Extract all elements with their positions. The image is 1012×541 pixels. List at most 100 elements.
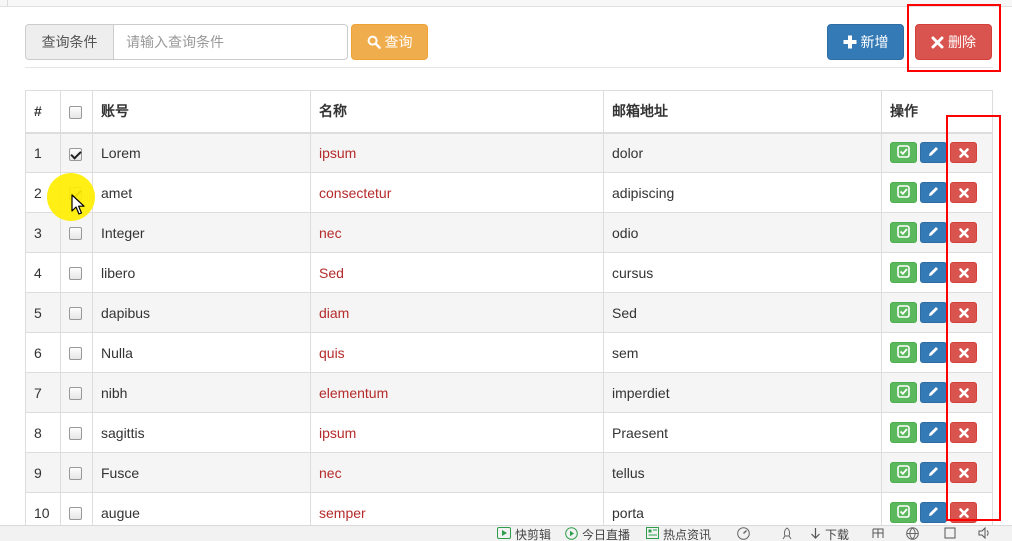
select-all-checkbox[interactable]: [69, 106, 82, 120]
row-delete-button[interactable]: [950, 502, 977, 523]
pencil-icon: [927, 145, 940, 161]
row-delete-button[interactable]: [950, 142, 977, 164]
row-confirm-button[interactable]: [890, 222, 917, 243]
table-row[interactable]: 7 nibh elementum imperdiet: [25, 372, 993, 413]
row-checkbox[interactable]: [69, 507, 82, 521]
statusbar-item-fullscreen[interactable]: [944, 527, 956, 541]
row-checkbox[interactable]: [69, 307, 82, 321]
row-delete-button[interactable]: [950, 182, 977, 203]
table-body: 1 Lorem ipsum dolor 2 amet consectetur adipisci…: [25, 132, 993, 533]
row-checkbox[interactable]: [69, 267, 82, 281]
row-name: diam: [310, 292, 604, 333]
check-square-icon: [897, 384, 910, 401]
row-name: quis: [310, 332, 604, 373]
row-edit-button[interactable]: [920, 502, 947, 523]
row-ops: [881, 332, 993, 373]
statusbar-item-speed[interactable]: [737, 526, 750, 541]
row-email: cursus: [603, 252, 882, 293]
add-button[interactable]: 新增: [827, 24, 904, 60]
row-edit-button[interactable]: [920, 262, 947, 283]
row-confirm-button[interactable]: [890, 342, 917, 363]
row-confirm-button[interactable]: [890, 462, 917, 483]
header-name: 名称: [310, 90, 604, 134]
row-checkbox[interactable]: [69, 347, 82, 361]
pencil-icon: [927, 425, 940, 441]
row-index: 1: [25, 132, 61, 173]
statusbar-item-download[interactable]: 下载: [810, 527, 849, 541]
row-checkbox[interactable]: [69, 427, 82, 441]
row-confirm-button[interactable]: [890, 422, 917, 443]
row-confirm-button[interactable]: [890, 502, 917, 523]
row-confirm-button[interactable]: [890, 182, 917, 203]
row-edit-button[interactable]: [920, 422, 947, 443]
pencil-icon: [927, 465, 940, 481]
row-confirm-button[interactable]: [890, 382, 917, 403]
check-square-icon: [897, 184, 910, 201]
row-edit-button[interactable]: [920, 342, 947, 363]
row-confirm-button[interactable]: [890, 262, 917, 283]
statusbar-item-window[interactable]: [872, 527, 884, 541]
row-name: elementum: [310, 372, 604, 413]
row-email: Sed: [603, 292, 882, 333]
row-confirm-button[interactable]: [890, 142, 917, 164]
search-group: 查询条件: [25, 24, 348, 60]
row-account: dapibus: [92, 292, 311, 333]
table-row[interactable]: 9 Fusce nec tellus: [25, 452, 993, 493]
row-delete-button[interactable]: [950, 302, 977, 323]
table-row[interactable]: 6 Nulla quis sem: [25, 332, 993, 373]
row-delete-button[interactable]: [950, 262, 977, 283]
row-delete-button[interactable]: [950, 382, 977, 403]
statusbar-item-volume[interactable]: [978, 526, 992, 541]
statusbar-item-news[interactable]: 热点资讯: [646, 527, 711, 541]
row-edit-button[interactable]: [920, 182, 947, 203]
statusbar-label: 今日直播: [582, 528, 631, 541]
row-email: Praesent: [603, 412, 882, 453]
search-input[interactable]: [113, 24, 348, 60]
delete-button[interactable]: 删除: [915, 24, 992, 60]
row-checkbox[interactable]: [69, 467, 82, 481]
table-row[interactable]: 5 dapibus diam Sed: [25, 292, 993, 333]
row-name: nec: [310, 452, 604, 493]
row-name: consectetur: [310, 172, 604, 213]
table-header-row: # 账号 名称 邮箱地址 操作: [25, 90, 993, 134]
row-delete-button[interactable]: [950, 222, 977, 243]
row-account: Lorem: [92, 132, 311, 173]
times-icon: [958, 345, 969, 361]
row-confirm-button[interactable]: [890, 302, 917, 323]
row-delete-button[interactable]: [950, 422, 977, 443]
check-square-icon: [897, 424, 910, 441]
row-index: 6: [25, 332, 61, 373]
speaker-icon: [978, 526, 992, 541]
statusbar-item-live[interactable]: 今日直播: [565, 526, 631, 541]
table-row[interactable]: 4 libero Sed cursus: [25, 252, 993, 293]
row-ops: [881, 452, 993, 493]
statusbar-item-clip[interactable]: 快剪辑: [497, 527, 551, 541]
header-select-all: [60, 90, 93, 134]
row-checkbox[interactable]: [69, 227, 82, 241]
statusbar-item-browser[interactable]: [906, 526, 919, 541]
row-edit-button[interactable]: [920, 382, 947, 403]
table-row[interactable]: 1 Lorem ipsum dolor: [25, 132, 993, 173]
times-icon: [958, 145, 969, 161]
check-square-icon: [897, 224, 910, 241]
mouse-cursor-icon: [71, 194, 85, 219]
row-edit-button[interactable]: [920, 462, 947, 483]
row-email: tellus: [603, 452, 882, 493]
query-button[interactable]: 查询: [351, 24, 428, 60]
table-row[interactable]: 3 Integer nec odio: [25, 212, 993, 253]
row-edit-button[interactable]: [920, 142, 947, 164]
row-edit-button[interactable]: [920, 222, 947, 243]
row-edit-button[interactable]: [920, 302, 947, 323]
row-checkbox[interactable]: [69, 387, 82, 401]
row-delete-button[interactable]: [950, 342, 977, 363]
row-checkbox[interactable]: [69, 147, 82, 161]
toolbar: 查询条件 查询 新增 删除: [25, 24, 993, 60]
row-delete-button[interactable]: [950, 462, 977, 483]
row-email: odio: [603, 212, 882, 253]
table-row[interactable]: 2 amet consectetur adipiscing: [25, 172, 993, 213]
times-icon: [958, 385, 969, 401]
statusbar-item-boost[interactable]: [781, 526, 793, 541]
search-icon: [367, 35, 381, 49]
row-email: sem: [603, 332, 882, 373]
table-row[interactable]: 8 sagittis ipsum Praesent: [25, 412, 993, 453]
